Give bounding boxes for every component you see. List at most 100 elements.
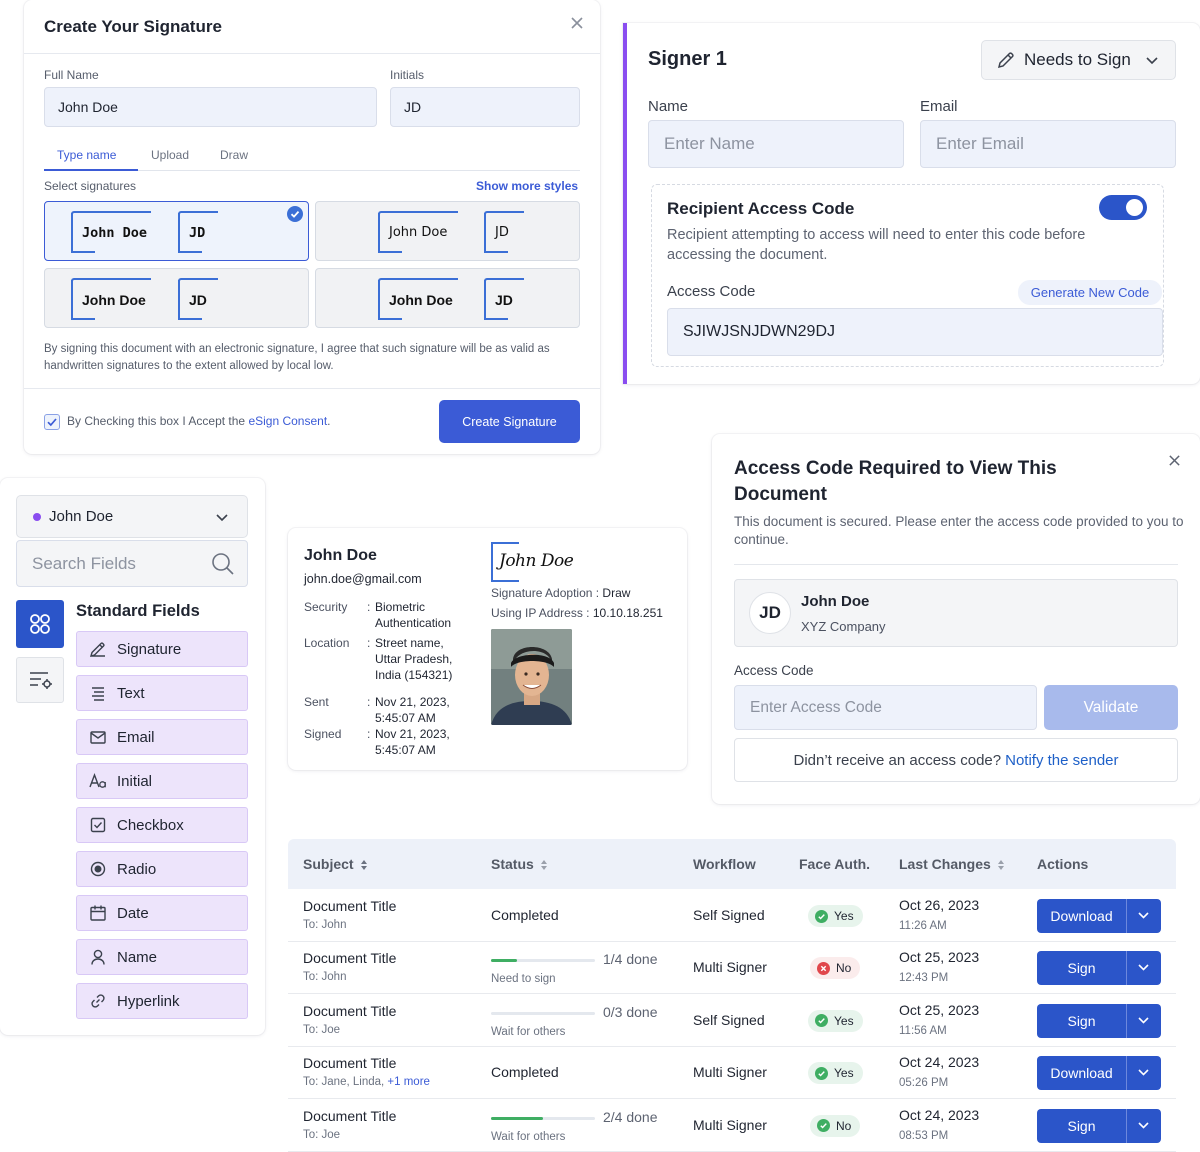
recipient-name: John Doe bbox=[49, 508, 114, 525]
close-icon[interactable] bbox=[570, 16, 584, 30]
field-initial[interactable]: Initial bbox=[76, 763, 248, 799]
search-icon bbox=[212, 552, 234, 575]
access-code-input[interactable]: Enter Access Code bbox=[734, 685, 1037, 730]
face-auth-badge: No bbox=[810, 957, 861, 980]
field-text[interactable]: Text bbox=[76, 675, 248, 711]
document-title[interactable]: Document Title bbox=[303, 950, 396, 966]
close-icon[interactable] bbox=[1168, 454, 1181, 467]
access-code-toggle[interactable] bbox=[1099, 195, 1147, 220]
access-code-label: Access Code bbox=[667, 283, 756, 300]
row-action-button[interactable]: Sign bbox=[1037, 1108, 1161, 1143]
security-label: Security bbox=[304, 600, 348, 614]
consent-checkbox[interactable] bbox=[44, 414, 60, 430]
notify-sender-link[interactable]: Notify the sender bbox=[1005, 752, 1118, 769]
signer-audit-card: John Doe john.doe@gmail.com Security : B… bbox=[288, 528, 687, 770]
document-title[interactable]: Document Title bbox=[303, 1108, 396, 1124]
recipient-color-dot bbox=[33, 512, 41, 521]
table-row[interactable]: Document Title To: John 1/4 done Need to si… bbox=[288, 942, 1176, 995]
initials-input[interactable]: JD bbox=[390, 87, 580, 127]
location-label: Location bbox=[304, 636, 350, 650]
colon: : bbox=[367, 695, 371, 709]
show-more-styles-link[interactable]: Show more styles bbox=[476, 179, 578, 193]
table-header: Subject Status Workflow Face Auth. Last … bbox=[288, 839, 1176, 889]
col-subject[interactable]: Subject bbox=[303, 856, 368, 872]
recipient-card: JD John Doe XYZ Company bbox=[734, 579, 1178, 647]
pencil-icon bbox=[997, 52, 1014, 69]
field-signature[interactable]: Signature bbox=[76, 631, 248, 667]
last-change-date: Oct 24, 2023 bbox=[899, 1106, 980, 1123]
col-last-changes[interactable]: Last Changes bbox=[899, 856, 1005, 872]
table-row[interactable]: Document Title To: Jane, Linda, +1 more Co… bbox=[288, 1047, 1176, 1100]
validate-button[interactable]: Validate bbox=[1044, 685, 1178, 730]
row-action-button[interactable]: Sign bbox=[1037, 951, 1161, 986]
last-change-date: Oct 25, 2023 bbox=[899, 949, 980, 966]
name-input[interactable]: Enter Name bbox=[648, 120, 904, 168]
table-row[interactable]: Document Title To: Joe 0/3 done Wait for ot… bbox=[288, 995, 1176, 1047]
radio-icon bbox=[90, 861, 106, 877]
sign-button[interactable]: Sign bbox=[1037, 1109, 1126, 1143]
sign-button[interactable]: Sign bbox=[1037, 1004, 1126, 1038]
signature-option-4[interactable]: John Doe JD bbox=[315, 268, 580, 328]
status-subtext: Wait for others bbox=[491, 1025, 566, 1038]
table-row[interactable]: Document Title To: Joe 2/4 done Wait for ot… bbox=[288, 1100, 1176, 1152]
row-action-button[interactable]: Download bbox=[1037, 899, 1161, 933]
generate-code-button[interactable]: Generate New Code bbox=[1018, 280, 1162, 305]
signature-name: John Doe bbox=[82, 292, 146, 308]
text-icon bbox=[92, 687, 104, 701]
download-button[interactable]: Download bbox=[1037, 1056, 1126, 1090]
download-button[interactable]: Download bbox=[1037, 899, 1126, 933]
pen-icon bbox=[89, 642, 105, 658]
table-row[interactable]: Document Title To: John Completed Self Sign… bbox=[288, 890, 1176, 942]
document-title[interactable]: Document Title bbox=[303, 898, 396, 914]
col-status[interactable]: Status bbox=[491, 856, 548, 872]
row-action-button[interactable]: Download bbox=[1037, 1056, 1161, 1091]
link-icon bbox=[91, 994, 105, 1008]
progress-text: 0/3 done bbox=[603, 1003, 658, 1020]
access-code-input[interactable]: SJIWJSNJDWN29DJ bbox=[667, 308, 1163, 356]
full-name-input[interactable]: John Doe bbox=[44, 87, 377, 127]
row-action-button[interactable]: Sign bbox=[1037, 1003, 1161, 1038]
last-change-time: 05:26 PM bbox=[899, 1077, 949, 1090]
signature-option-2[interactable]: John Doe JD bbox=[315, 201, 580, 261]
fields-grid-tab[interactable] bbox=[16, 600, 64, 648]
access-modal-description: This document is secured. Please enter t… bbox=[734, 514, 1184, 547]
field-name[interactable]: Name bbox=[76, 939, 248, 975]
initial-icon bbox=[89, 773, 106, 788]
field-email[interactable]: Email bbox=[76, 719, 248, 755]
chevron-down-icon[interactable] bbox=[1138, 963, 1149, 972]
field-radio[interactable]: Radio bbox=[76, 851, 248, 887]
esign-consent-link[interactable]: eSign Consent bbox=[248, 414, 327, 428]
tab-type-name[interactable]: Type name bbox=[57, 148, 116, 162]
field-checkbox[interactable]: Checkbox bbox=[76, 807, 248, 843]
workflow-value: Self Signed bbox=[693, 907, 765, 923]
progress-bar bbox=[491, 959, 595, 963]
document-title[interactable]: Document Title bbox=[303, 1055, 396, 1071]
signature-initials: JD bbox=[495, 225, 509, 240]
sign-button[interactable]: Sign bbox=[1037, 951, 1126, 985]
email-input[interactable]: Enter Email bbox=[920, 120, 1176, 168]
signature-option-1[interactable]: John Doe JD bbox=[44, 201, 309, 261]
signature-initials: JD bbox=[495, 292, 513, 308]
field-hyperlink[interactable]: Hyperlink bbox=[76, 983, 248, 1019]
role-dropdown[interactable]: Needs to Sign bbox=[981, 40, 1176, 80]
chevron-down-icon[interactable] bbox=[1138, 1121, 1149, 1130]
chevron-down-icon[interactable] bbox=[1138, 1068, 1149, 1077]
document-title[interactable]: Document Title bbox=[303, 1003, 396, 1019]
sort-icon bbox=[540, 860, 547, 871]
tab-upload[interactable]: Upload bbox=[151, 148, 189, 162]
tab-draw[interactable]: Draw bbox=[220, 148, 248, 162]
more-recipients-link[interactable]: +1 more bbox=[387, 1076, 430, 1088]
chevron-down-icon[interactable] bbox=[1138, 911, 1149, 920]
colon: : bbox=[367, 600, 371, 614]
field-date[interactable]: Date bbox=[76, 895, 248, 931]
create-signature-button[interactable]: Create Signature bbox=[439, 400, 580, 443]
search-fields-input[interactable]: Search Fields bbox=[16, 540, 248, 587]
fields-settings-tab[interactable] bbox=[16, 657, 64, 703]
signature-option-3[interactable]: John Doe JD bbox=[44, 268, 309, 328]
recipient-company: XYZ Company bbox=[801, 619, 886, 634]
chevron-down-icon bbox=[216, 513, 228, 521]
check-circle-icon bbox=[815, 1014, 828, 1028]
recipient-dropdown[interactable]: John Doe bbox=[16, 495, 248, 538]
progress-text: 2/4 done bbox=[603, 1108, 658, 1125]
chevron-down-icon[interactable] bbox=[1138, 1016, 1149, 1025]
